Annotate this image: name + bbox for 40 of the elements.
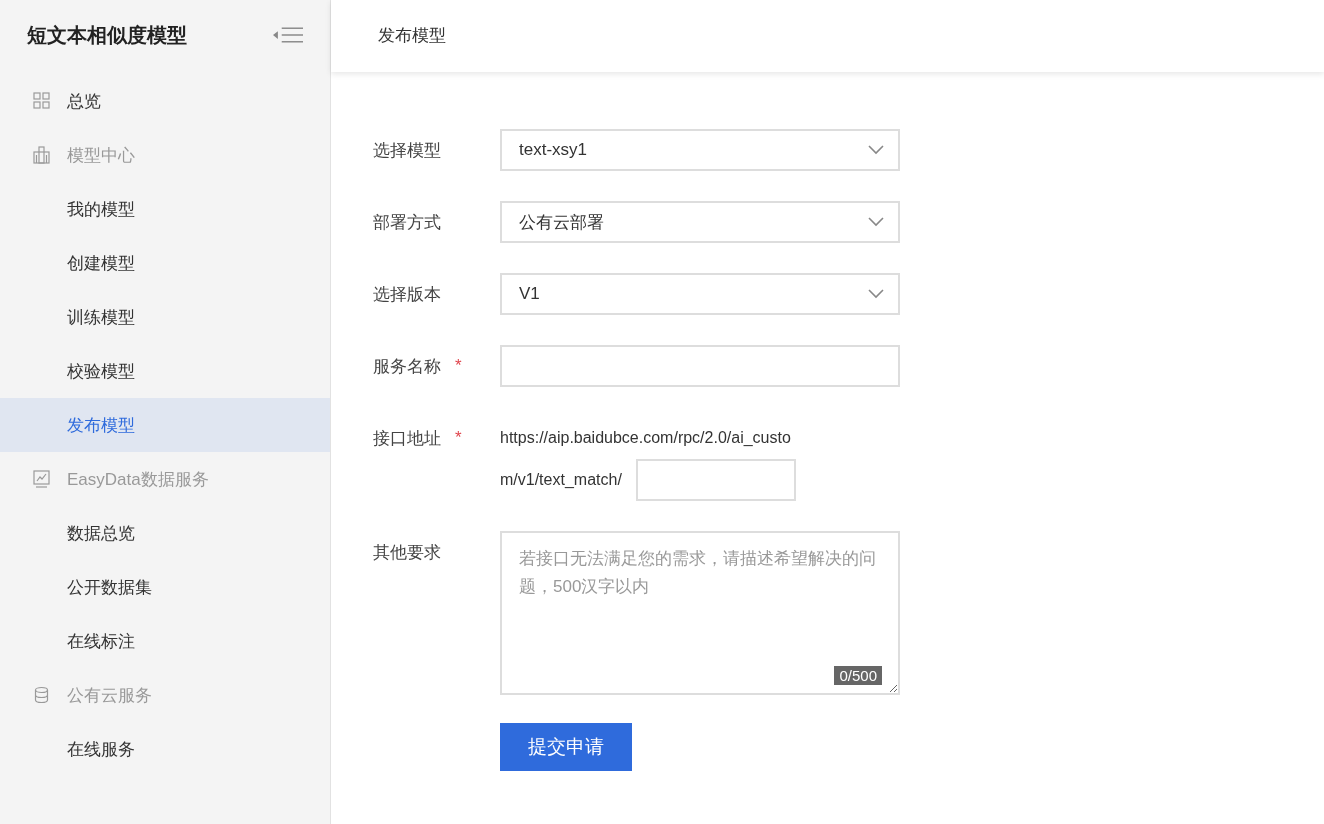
nav-item[interactable]: 在线服务 — [0, 722, 330, 776]
field-label: 选择版本 — [373, 283, 441, 306]
nav-item[interactable]: 数据总览 — [0, 506, 330, 560]
nav-item[interactable]: 创建模型 — [0, 236, 330, 290]
chart-icon — [32, 469, 51, 489]
field-label: 选择模型 — [373, 139, 441, 162]
nav-group-label: EasyData数据服务 — [67, 468, 209, 491]
required-asterisk: * — [455, 356, 462, 376]
database-icon — [32, 685, 51, 705]
nav-item[interactable]: 总览 — [0, 74, 330, 128]
field-label: 接口地址 — [373, 427, 441, 450]
url-suffix-field[interactable] — [635, 459, 796, 501]
url-prefix: m/v1/text_match/ — [500, 471, 622, 489]
field-label: 服务名称 — [373, 355, 441, 378]
grid-icon — [32, 91, 51, 111]
page-title: 发布模型 — [378, 24, 446, 47]
chevron-down-icon — [868, 217, 884, 227]
nav-item[interactable]: 校验模型 — [0, 344, 330, 398]
nav-item[interactable]: 发布模型 — [0, 398, 330, 452]
nav-item[interactable]: 训练模型 — [0, 290, 330, 344]
dropdown[interactable]: V1 — [500, 273, 900, 315]
chevron-down-icon — [868, 145, 884, 155]
collapse-menu-icon[interactable] — [273, 25, 304, 45]
building-icon — [32, 145, 51, 165]
nav-group-label: 公有云服务 — [67, 684, 152, 707]
required-asterisk: * — [455, 428, 462, 448]
dropdown[interactable]: text-xsy1 — [500, 129, 900, 171]
url-prefix: https://aip.baidubce.com/rpc/2.0/ai_custo — [500, 429, 791, 447]
input-field[interactable] — [500, 345, 900, 387]
submit-button[interactable]: 提交申请 — [500, 723, 632, 771]
character-counter: 0/500 — [834, 666, 882, 685]
nav-group-label: 模型中心 — [67, 144, 135, 167]
field-label: 部署方式 — [373, 211, 441, 234]
nav-item[interactable]: 公开数据集 — [0, 560, 330, 614]
dropdown[interactable]: 公有云部署 — [500, 201, 900, 243]
field-label: 其他要求 — [373, 541, 441, 564]
nav-item[interactable]: 我的模型 — [0, 182, 330, 236]
app-title: 短文本相似度模型 — [27, 22, 187, 48]
nav-item[interactable]: 在线标注 — [0, 614, 330, 668]
chevron-down-icon — [868, 289, 884, 299]
